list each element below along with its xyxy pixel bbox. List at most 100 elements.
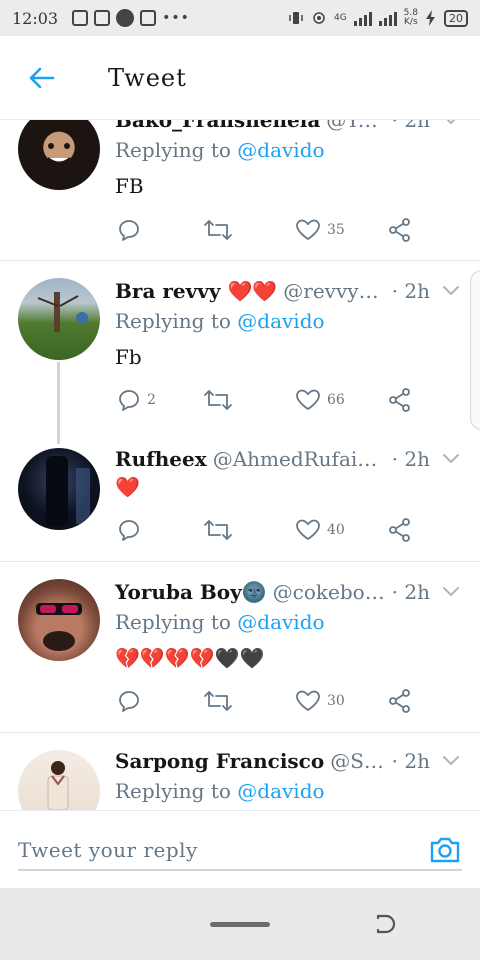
display-name[interactable]: Sarpong Francisco <box>115 749 324 773</box>
share-icon <box>389 218 410 242</box>
retweet-button[interactable] <box>203 215 233 245</box>
tweet-time: · 2h <box>391 580 430 604</box>
tweet-menu-button[interactable] <box>430 453 460 465</box>
comment-icon <box>119 390 139 411</box>
like-button[interactable]: 40 <box>295 515 345 545</box>
like-button[interactable]: 30 <box>295 686 345 716</box>
retweet-icon <box>204 691 232 711</box>
arrow-left-icon <box>29 67 55 88</box>
retweet-icon <box>204 520 232 540</box>
heart-icon <box>296 519 320 540</box>
tweet-menu-button[interactable] <box>430 285 460 297</box>
more-notifications-icon: ••• <box>162 10 190 26</box>
share-button[interactable] <box>387 686 413 716</box>
chevron-down-icon <box>443 286 459 296</box>
camera-icon <box>430 837 460 863</box>
tweet-text: FB <box>115 174 144 198</box>
top-app-bar: Tweet <box>0 36 480 120</box>
add-photo-button[interactable] <box>428 833 462 867</box>
charging-icon <box>426 10 435 26</box>
status-bar: 12:03 ••• 4G 5.8 K/s 20 <box>0 0 480 36</box>
user-handle[interactable]: @AhmedRufai20... <box>213 447 388 471</box>
tweet-text: ❤️ <box>115 475 140 499</box>
user-handle[interactable]: @Sarp... <box>330 749 387 773</box>
avatar[interactable] <box>18 120 100 190</box>
share-icon <box>389 518 410 542</box>
network-speed: 5.8 K/s <box>403 8 418 27</box>
mention-link[interactable]: @davido <box>237 138 324 162</box>
retweet-button[interactable] <box>203 686 233 716</box>
mention-link[interactable]: @davido <box>237 309 324 333</box>
chevron-down-icon <box>443 756 459 766</box>
chevron-down-icon <box>443 587 459 597</box>
retweet-button[interactable] <box>203 515 233 545</box>
replies-feed[interactable]: Bako_Fransheneia @Yonn... · 2h Replying … <box>0 120 480 810</box>
avatar[interactable] <box>18 278 100 360</box>
like-button[interactable]: 66 <box>295 385 345 415</box>
back-gesture-icon[interactable] <box>372 912 398 938</box>
share-icon <box>389 689 410 713</box>
signal-1-icon <box>353 10 372 26</box>
heart-icon <box>296 389 320 410</box>
tweet-header: Yoruba Boy🌚 @cokebooii · 2h <box>115 578 460 606</box>
tweet[interactable]: Bra revvy ❤️❤️ @revvyde... · 2h Replying… <box>0 261 480 431</box>
replying-to: Replying to @davido <box>115 779 325 803</box>
tweet-actions: 35 <box>115 215 425 245</box>
tweet-menu-button[interactable] <box>430 755 460 767</box>
like-button[interactable]: 35 <box>295 215 345 245</box>
edge-panel-handle[interactable] <box>470 270 480 430</box>
tweet-header: Rufheex @AhmedRufai20... · 2h <box>115 445 460 473</box>
share-button[interactable] <box>387 515 413 545</box>
app-notification-icon <box>94 10 111 26</box>
tweet[interactable]: Sarpong Francisco @Sarp... · 2h Replying… <box>0 733 480 810</box>
message-notification-icon <box>140 10 157 26</box>
comment-icon <box>119 220 139 241</box>
reply-input[interactable]: Tweet your reply <box>18 831 462 871</box>
circle-notification-icon <box>116 9 135 27</box>
reply-button[interactable]: 2 <box>117 385 156 415</box>
user-handle[interactable]: @cokebooii <box>273 580 388 604</box>
display-name[interactable]: Rufheex <box>115 447 207 471</box>
user-handle[interactable]: @Yonn... <box>326 120 387 132</box>
reply-button[interactable] <box>117 515 147 545</box>
back-button[interactable] <box>0 36 84 120</box>
tweet[interactable]: Rufheex @AhmedRufai20... · 2h ❤️ 40 <box>0 431 480 561</box>
avatar[interactable] <box>18 448 100 530</box>
chevron-down-icon <box>443 454 459 464</box>
retweet-icon <box>204 220 232 240</box>
tweet-text: Fb <box>115 345 142 369</box>
mention-link[interactable]: @davido <box>237 779 324 803</box>
share-button[interactable] <box>387 215 413 245</box>
tweet-actions: 2 66 <box>115 385 425 415</box>
user-handle[interactable]: @revvyde... <box>283 279 387 303</box>
tweet-menu-button[interactable] <box>430 120 460 126</box>
avatar-image <box>46 456 90 526</box>
retweet-button[interactable] <box>203 385 233 415</box>
hotspot-icon <box>313 12 325 24</box>
reply-button[interactable] <box>117 215 147 245</box>
avatar[interactable] <box>18 750 100 810</box>
system-navigation-bar <box>0 888 480 960</box>
avatar-image <box>36 603 82 651</box>
tweet[interactable]: Yoruba Boy🌚 @cokebooii · 2h Replying to … <box>0 562 480 732</box>
display-name[interactable]: Bako_Fransheneia <box>115 120 320 132</box>
tweet-actions: 30 <box>115 686 425 716</box>
replying-to: Replying to @davido <box>115 309 325 333</box>
display-name[interactable]: Bra revvy ❤️❤️ <box>115 279 277 303</box>
chevron-down-icon <box>446 120 456 125</box>
share-icon <box>389 388 410 412</box>
signal-2-icon <box>378 10 397 26</box>
tweet-header: Sarpong Francisco @Sarp... · 2h <box>115 747 460 775</box>
home-gesture-bar[interactable] <box>210 922 270 927</box>
display-name[interactable]: Yoruba Boy🌚 <box>115 580 267 604</box>
tweet-menu-button[interactable] <box>430 586 460 598</box>
mention-link[interactable]: @davido <box>237 610 324 634</box>
share-button[interactable] <box>387 385 413 415</box>
avatar[interactable] <box>18 579 100 661</box>
reply-count: 2 <box>147 392 156 408</box>
reply-composer: Tweet your reply <box>0 810 480 888</box>
reply-button[interactable] <box>117 686 147 716</box>
tweet[interactable]: Bako_Fransheneia @Yonn... · 2h Replying … <box>0 120 480 260</box>
tweet-time: · 2h <box>391 120 430 132</box>
replying-to: Replying to @davido <box>115 610 325 634</box>
